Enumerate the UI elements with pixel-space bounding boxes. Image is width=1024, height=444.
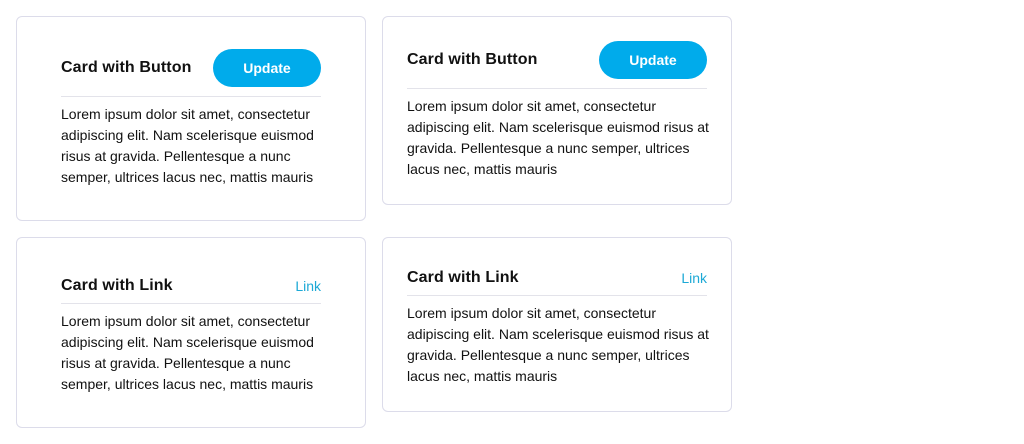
card-link[interactable]: Link <box>681 270 707 286</box>
card-header: Card with Button Update <box>407 40 707 89</box>
card-title: Card with Button <box>407 50 538 68</box>
card-title: Card with Button <box>61 58 192 76</box>
card-title: Card with Link <box>407 268 519 286</box>
update-button[interactable]: Update <box>213 48 321 87</box>
card-header: Card with Link Link <box>61 268 321 304</box>
card-header: Card with Link Link <box>407 260 707 296</box>
card-body-text: Lorem ipsum dolor sit amet, consectetur … <box>407 98 709 177</box>
card-title: Card with Link <box>61 276 173 294</box>
card-body-text: Lorem ipsum dolor sit amet, consectetur … <box>407 305 709 384</box>
card-with-link: Card with Link Link Lorem ipsum dolor si… <box>16 237 366 428</box>
card-header: Card with Button Update <box>61 48 321 97</box>
card-with-button: Card with Button Update Lorem ipsum dolo… <box>16 16 366 221</box>
card-with-link: Card with Link Link Lorem ipsum dolor si… <box>382 237 732 412</box>
card-link[interactable]: Link <box>295 278 321 294</box>
update-button[interactable]: Update <box>599 40 707 79</box>
card-with-button: Card with Button Update Lorem ipsum dolo… <box>382 16 732 205</box>
card-body-text: Lorem ipsum dolor sit amet, consectetur … <box>61 313 314 392</box>
card-body-text: Lorem ipsum dolor sit amet, consectetur … <box>61 106 314 185</box>
